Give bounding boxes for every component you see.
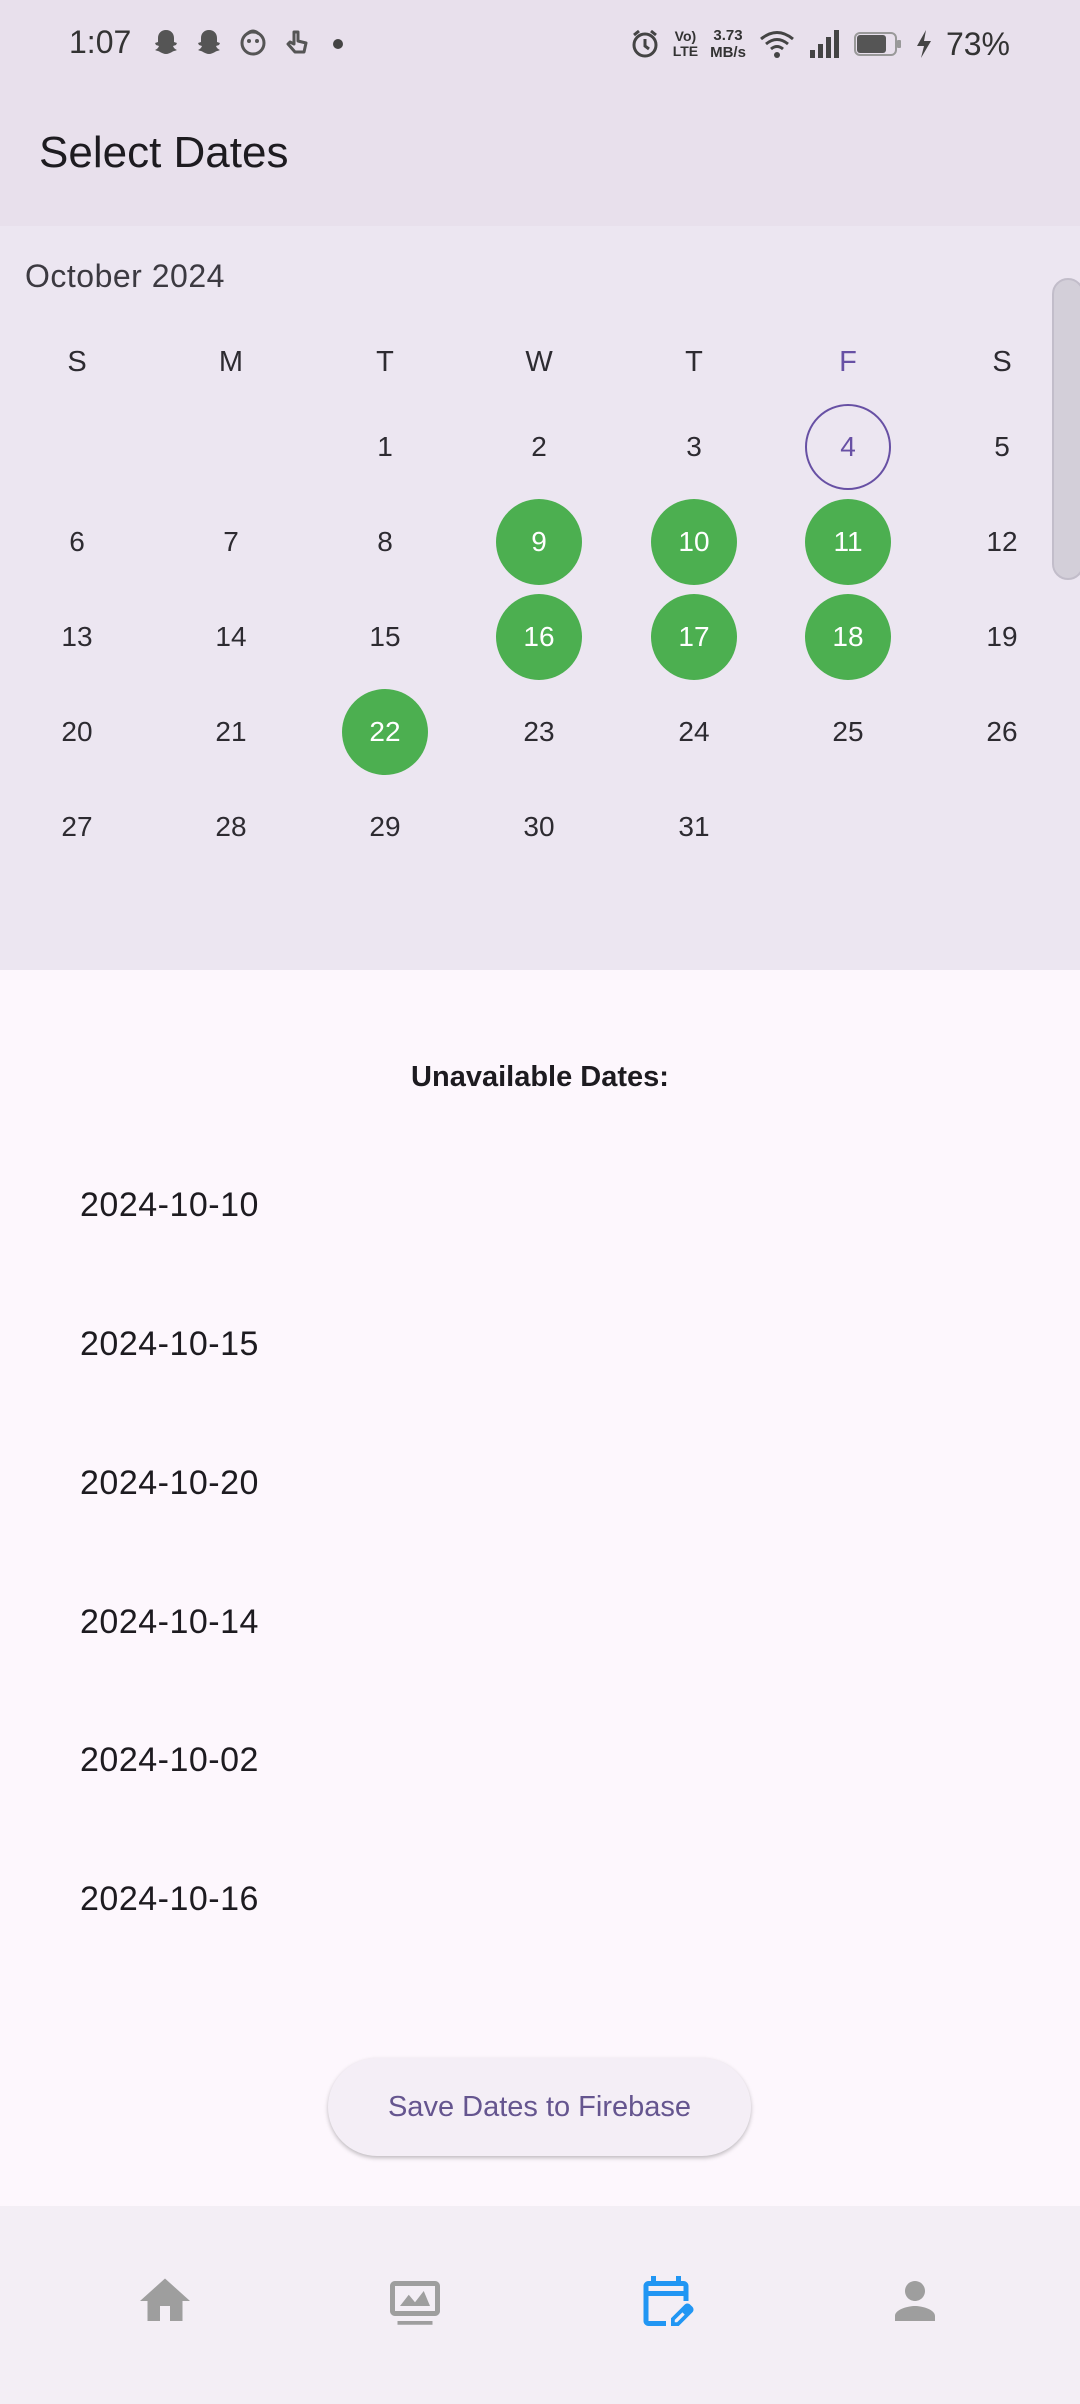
weekday-label: F: [839, 346, 857, 378]
unavailable-date-item[interactable]: 2024-10-14: [80, 1603, 259, 1642]
scrollbar-thumb[interactable]: [1052, 278, 1080, 580]
calendar-day[interactable]: 4: [805, 404, 891, 490]
wifi-icon: [760, 31, 794, 58]
face-app-icon: [240, 29, 266, 56]
battery-percent: 73%: [945, 25, 1010, 62]
battery-icon: [853, 32, 901, 56]
alarm-icon: [632, 29, 658, 58]
calendar-day[interactable]: 11: [805, 499, 891, 585]
calendar-day[interactable]: 23: [496, 689, 582, 775]
calendar-day[interactable]: 5: [959, 404, 1045, 490]
unavailable-date-item[interactable]: 2024-10-10: [80, 1186, 259, 1225]
calendar-day[interactable]: 19: [959, 594, 1045, 680]
calendar-day[interactable]: 21: [188, 689, 274, 775]
save-dates-button[interactable]: Save Dates to Firebase: [328, 2058, 751, 2156]
calendar-day[interactable]: 17: [651, 594, 737, 680]
bottom-navigation: [0, 2206, 1080, 2404]
calendar-day[interactable]: 31: [651, 784, 737, 870]
unavailable-dates-heading: Unavailable Dates:: [411, 1061, 669, 1093]
unavailable-date-item[interactable]: 2024-10-15: [80, 1325, 259, 1364]
calendar-day[interactable]: 30: [496, 784, 582, 870]
calendar-day[interactable]: 20: [34, 689, 120, 775]
calendar-day[interactable]: 9: [496, 499, 582, 585]
calendar-day[interactable]: 12: [959, 499, 1045, 585]
calendar-day[interactable]: 27: [34, 784, 120, 870]
weekday-label: M: [218, 346, 244, 378]
weekday-label: T: [376, 346, 394, 378]
calendar-day[interactable]: 16: [496, 594, 582, 680]
calendar-edit-icon[interactable]: [636, 2271, 696, 2331]
calendar-month-label: October 2024: [25, 258, 225, 294]
snapchat-icon: [155, 30, 177, 54]
image-icon[interactable]: [385, 2271, 445, 2331]
calendar-day[interactable]: 6: [34, 499, 120, 585]
calendar-day[interactable]: 22: [342, 689, 428, 775]
network-speed: 3.73 MB/s: [710, 27, 746, 61]
calendar-day[interactable]: 26: [959, 689, 1045, 775]
calendar-day[interactable]: 7: [188, 499, 274, 585]
snapchat-icon: [198, 30, 220, 54]
page-title: Select Dates: [39, 128, 289, 177]
calendar-day[interactable]: 18: [805, 594, 891, 680]
calendar-day[interactable]: 8: [342, 499, 428, 585]
calendar-day[interactable]: 25: [805, 689, 891, 775]
person-icon[interactable]: [885, 2271, 945, 2331]
status-bar: 1:07 Vo) LTE 3.73 MB/s 73%: [0, 0, 1080, 90]
calendar-day[interactable]: 15: [342, 594, 428, 680]
unavailable-date-item[interactable]: 2024-10-02: [80, 1741, 259, 1780]
calendar-day[interactable]: 14: [188, 594, 274, 680]
status-right: Vo) LTE 3.73 MB/s 73%: [629, 22, 1010, 66]
home-icon[interactable]: [135, 2271, 195, 2331]
calendar-day[interactable]: 13: [34, 594, 120, 680]
touch-app-icon: [286, 30, 308, 54]
weekday-label: W: [525, 346, 553, 378]
top-bar: 1:07 Vo) LTE 3.73 MB/s 73% Select Dates: [0, 0, 1080, 226]
status-time: 1:07: [69, 24, 132, 60]
calendar-day[interactable]: 1: [342, 404, 428, 490]
unavailable-date-item[interactable]: 2024-10-16: [80, 1880, 259, 1919]
weekday-label: T: [685, 346, 703, 378]
weekday-label: S: [992, 346, 1012, 378]
signal-icon: [809, 30, 839, 58]
more-notifications-dot: [333, 39, 343, 49]
calendar-day[interactable]: 24: [651, 689, 737, 775]
weekday-label: S: [67, 346, 87, 378]
calendar: October 2024 SMTWTFS 1 2 3 4 5 6 7 8 9 10 11 12 13 14…: [0, 226, 1080, 970]
calendar-day[interactable]: 28: [188, 784, 274, 870]
unavailable-date-item[interactable]: 2024-10-20: [80, 1464, 259, 1503]
calendar-day[interactable]: 10: [651, 499, 737, 585]
charging-icon: [916, 30, 931, 58]
calendar-day[interactable]: 2: [496, 404, 582, 490]
volte-indicator: Vo) LTE: [672, 28, 699, 59]
calendar-day[interactable]: 3: [651, 404, 737, 490]
calendar-day[interactable]: 29: [342, 784, 428, 870]
